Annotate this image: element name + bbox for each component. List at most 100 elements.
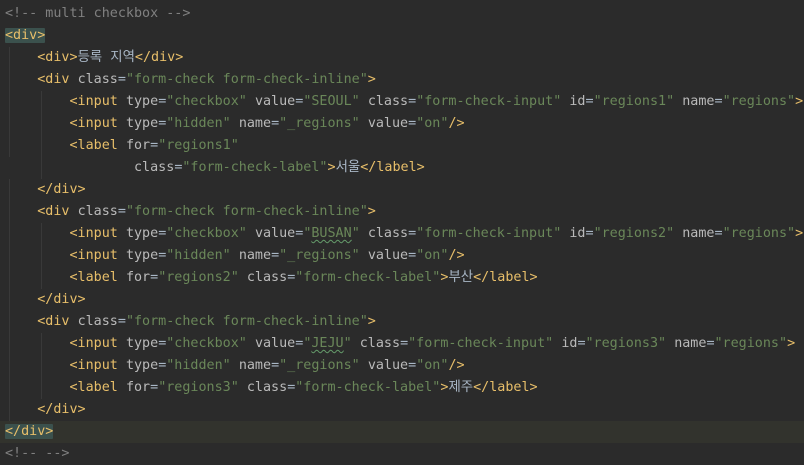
attribute-value: "on" [416, 358, 449, 373]
code-line[interactable]: </div> [0, 399, 804, 421]
code-line[interactable]: <div>등록 지역</div> [0, 47, 804, 69]
code-line[interactable]: <input type="hidden" name="_regions" val… [0, 355, 804, 377]
attribute-value: "hidden" [166, 248, 239, 263]
code-text: = [150, 138, 159, 153]
html-tag: <input [69, 336, 126, 351]
html-attribute: type [125, 336, 159, 351]
code-text: = [714, 94, 723, 109]
attribute-value-typo: BUSAN [311, 226, 352, 241]
html-tag-matched: <div> [5, 28, 46, 43]
attribute-value: "form-check-input" [416, 226, 570, 241]
html-attribute: for [125, 380, 151, 395]
code-text: = [585, 226, 594, 241]
attribute-value: "regions" [722, 226, 796, 241]
html-tag: </div> [37, 292, 86, 307]
code-line[interactable]: <!-- multi checkbox --> [0, 3, 804, 25]
code-editor[interactable]: <!-- multi checkbox --> <div> <div>등록 지역<… [0, 3, 804, 465]
html-tag: /> [448, 248, 465, 263]
html-tag: </div> [134, 50, 184, 65]
html-tag: > [367, 204, 376, 219]
html-attribute: type [125, 94, 159, 109]
html-tag: </label> [473, 380, 538, 395]
indent-guide [9, 333, 10, 355]
html-attribute: value [367, 358, 409, 373]
html-tag: <label [69, 138, 126, 153]
html-tag: <input [69, 358, 126, 373]
code-line[interactable]: </div> [0, 289, 804, 311]
html-tag: <input [69, 116, 126, 131]
attribute-value: "regions3" [158, 380, 247, 395]
html-attribute: class [367, 226, 409, 241]
code-line[interactable]: <input type="hidden" name="_regions" val… [0, 245, 804, 267]
code-text: = [408, 248, 417, 263]
code-line[interactable]: </div> [0, 179, 804, 201]
html-attribute: type [125, 248, 159, 263]
attribute-value: "form-check form-check-inline" [125, 72, 368, 87]
attribute-value: "regions" [722, 94, 796, 109]
code-text: = [408, 226, 417, 241]
attribute-value: "checkbox" [166, 336, 255, 351]
code-line[interactable]: <input type="checkbox" value="JEJU" clas… [0, 333, 804, 355]
html-attribute: type [125, 358, 159, 373]
indent-guide [9, 47, 10, 69]
html-attribute: name [238, 248, 272, 263]
code-line[interactable]: <div class="form-check form-check-inline… [0, 69, 804, 91]
attribute-value: "form-check form-check-inline" [125, 204, 368, 219]
indent-guide [41, 223, 43, 245]
attribute-value: "regions1" [158, 138, 239, 153]
attribute-value: "_regions" [279, 248, 368, 263]
code-line[interactable]: <input type = "checkbox" value = "SEOUL" cla… [0, 91, 804, 113]
html-attribute: for [125, 138, 151, 153]
html-attribute: value [254, 226, 296, 241]
code-text: = [271, 358, 280, 373]
code-comment: <!-- --> [5, 446, 70, 461]
indent-guide [9, 113, 10, 135]
html-tag: <label [69, 270, 126, 285]
code-line[interactable]: <label for="regions2" class="form-check-… [0, 267, 804, 289]
html-tag: <input [69, 226, 126, 241]
indent-guide [41, 135, 43, 157]
code-text: = [150, 380, 159, 395]
html-tag: > [795, 226, 804, 241]
code-text: = [271, 116, 280, 131]
code-line[interactable]: </div> [0, 421, 804, 443]
code-line[interactable]: <input type="hidden" name="_regions" val… [0, 113, 804, 135]
html-attribute: value [254, 94, 296, 109]
indent-guide [41, 333, 43, 355]
attribute-value: "_regions" [279, 358, 368, 373]
attribute-value: "regions2" [158, 270, 247, 285]
code-text: 제주 [448, 380, 474, 395]
code-line[interactable]: <input type="checkbox" value="BUSAN" cla… [0, 223, 804, 245]
code-line[interactable]: <!-- --> [0, 443, 804, 465]
indent-guide [41, 113, 43, 135]
html-tag: > [787, 336, 796, 351]
code-line[interactable]: <label for="regions1" [0, 135, 804, 157]
code-text: = [400, 336, 409, 351]
html-attribute: type [125, 116, 159, 131]
attribute-value: "form-check form-check-inline" [125, 314, 368, 329]
code-line[interactable]: <label for="regions3" class="form-check-… [0, 377, 804, 399]
indent-guide [41, 267, 43, 289]
indent-guide [9, 91, 10, 113]
html-attribute: value [367, 248, 409, 263]
code-line[interactable]: <div> [0, 25, 804, 47]
html-attribute: class [134, 160, 175, 175]
code-line[interactable]: <div class="form-check form-check-inline… [0, 311, 804, 333]
code-text: 서울 [335, 160, 361, 175]
html-attribute: class [246, 270, 288, 285]
attribute-value: "form-check-label" [182, 160, 328, 175]
html-attribute: value [367, 116, 409, 131]
code-line[interactable]: class="form-check-label">서울</label> [0, 157, 804, 179]
code-line[interactable]: <div class="form-check form-check-inline… [0, 201, 804, 223]
indent-guide [9, 267, 10, 289]
attribute-value: "form-check-label" [295, 270, 441, 285]
indent-guide [41, 377, 43, 399]
indent-guide [9, 179, 10, 201]
attribute-value: "checkbox" [166, 94, 255, 109]
html-attribute: name [674, 336, 707, 351]
code-text: = [117, 72, 126, 87]
html-attribute: name [238, 116, 272, 131]
